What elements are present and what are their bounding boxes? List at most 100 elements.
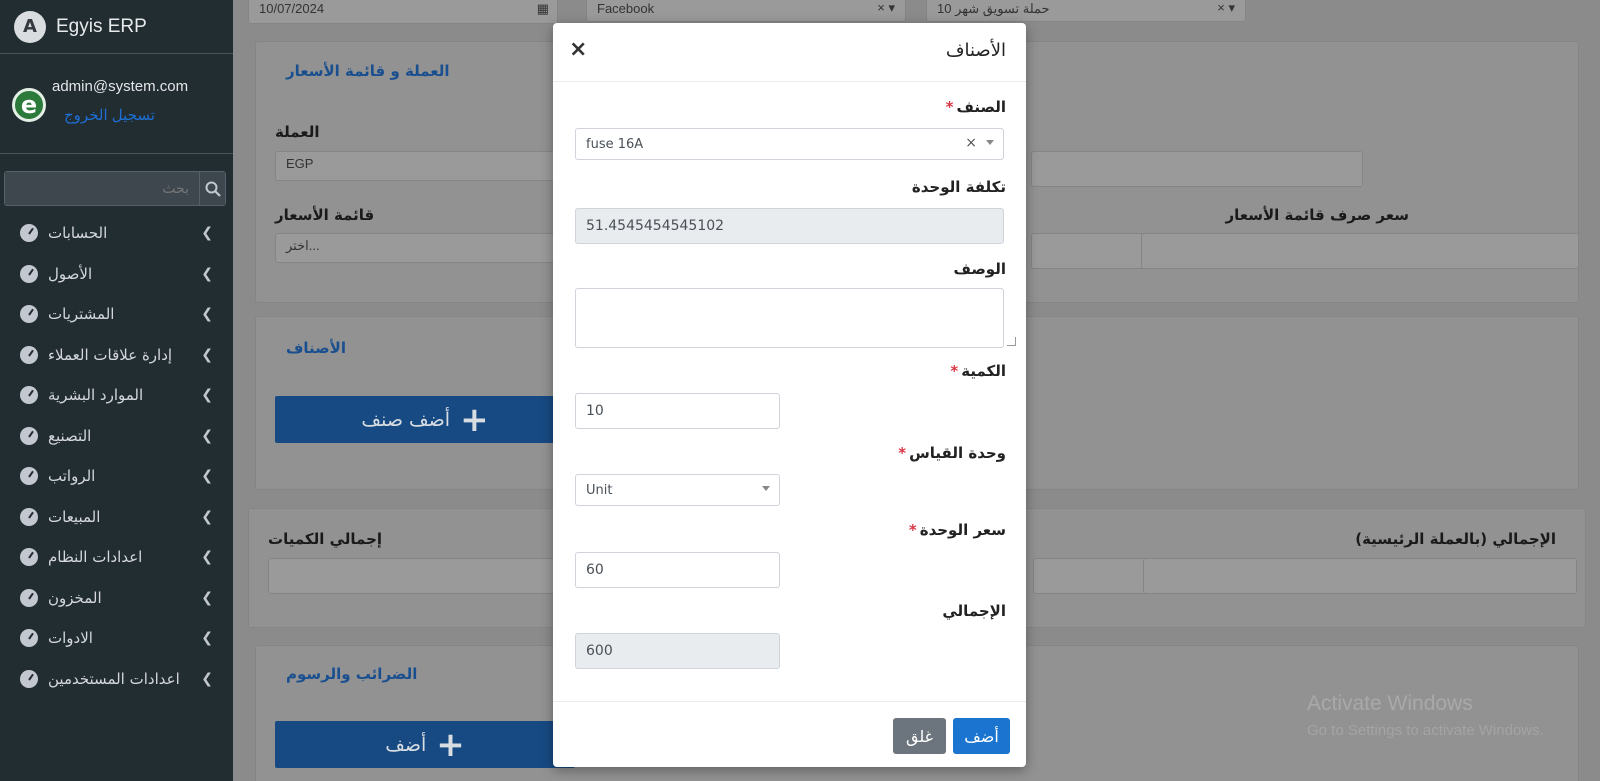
sidebar-item-label: الرواتب: [48, 467, 96, 486]
add-item-button[interactable]: أضف صنف +: [275, 396, 575, 443]
chevron-left-icon: ❮: [201, 346, 213, 363]
chevron-left-icon: ❮: [201, 630, 213, 647]
sidebar-item-tools[interactable]: الادوات ❮: [0, 618, 233, 659]
sidebar-item-label: الادوات: [48, 629, 93, 648]
sidebar-item-payroll[interactable]: الرواتب ❮: [0, 456, 233, 497]
plus-icon: +: [460, 399, 489, 440]
uom-label-text: وحدة القياس: [909, 444, 1006, 462]
description-label: الوصف: [953, 260, 1006, 278]
total-label: الإجمالي: [942, 602, 1006, 620]
modal-title: الأصناف: [945, 40, 1006, 61]
clear-icon[interactable]: ×: [965, 135, 977, 151]
chevron-left-icon: ❮: [201, 387, 213, 404]
sidebar-item-crm[interactable]: إدارة علاقات العملاء ❮: [0, 335, 233, 376]
campaign-select[interactable]: حملة تسويق شهر 10 × ▾: [926, 0, 1246, 22]
dashboard-icon: [20, 507, 38, 526]
sidebar-item-user-settings[interactable]: اعدادات المستخدمين ❮: [0, 659, 233, 700]
required-mark: *: [950, 362, 959, 380]
dashboard-icon: [20, 426, 38, 445]
brand-name: Egyis ERP: [56, 15, 147, 37]
source-select[interactable]: Facebook × ▾: [586, 0, 906, 22]
sidebar-item-label: المشتريات: [48, 305, 115, 324]
total-qty-label: إجمالي الكميات: [268, 530, 383, 548]
sidebar-item-manufacturing[interactable]: التصنيع ❮: [0, 416, 233, 457]
sidebar-item-label: المبيعات: [48, 507, 101, 526]
sidebar: A Egyis ERP e admin@system.com تسجيل الخ…: [0, 0, 233, 781]
uom-select[interactable]: Unit: [575, 474, 780, 506]
sidebar-item-sales[interactable]: المبيعات ❮: [0, 497, 233, 538]
taxes-card-title: الضرائب والرسوم: [286, 665, 418, 683]
sidebar-item-label: المخزون: [48, 588, 102, 607]
total-input[interactable]: 600: [575, 633, 780, 669]
date-input[interactable]: 10/07/2024 ▦: [248, 0, 558, 24]
description-textarea[interactable]: [575, 288, 1004, 348]
required-mark: *: [945, 98, 954, 116]
item-select-value: fuse 16A: [586, 136, 644, 152]
dashboard-icon: [20, 224, 38, 243]
unit-cost-label: تكلفة الوحدة: [911, 178, 1006, 196]
clear-icon: × ▾: [1217, 0, 1235, 15]
close-icon[interactable]: ×: [569, 37, 587, 62]
total-main-currency-label: الإجمالي (بالعملة الرئيسية): [1355, 530, 1556, 548]
unit-price-label-text: سعر الوحدة: [919, 521, 1006, 539]
add-button[interactable]: أضف: [953, 718, 1010, 754]
source-value: Facebook: [597, 1, 655, 16]
sidebar-item-label: الحسابات: [48, 224, 108, 243]
unit-cost-input[interactable]: 51.4545454545102: [575, 208, 1004, 244]
add-item-label: أضف صنف: [361, 408, 451, 431]
pricelist-select[interactable]: اختر...: [275, 233, 575, 263]
brand[interactable]: A Egyis ERP: [0, 0, 233, 54]
watermark-subtitle: Go to Settings to activate Windows.: [1307, 722, 1544, 739]
items-modal: الأصناف × الصنف* fuse 16A × تكلفة الوحدة…: [553, 23, 1026, 767]
close-button[interactable]: غلق: [893, 718, 946, 754]
sidebar-item-label: اعدادات المستخدمين: [48, 669, 180, 688]
chevron-left-icon: ❮: [201, 427, 213, 444]
dashboard-icon: [20, 629, 38, 648]
sidebar-search: [4, 171, 226, 206]
chevron-left-icon: ❮: [201, 265, 213, 282]
search-button[interactable]: [199, 172, 225, 205]
sidebar-item-label: الأصول: [48, 264, 93, 283]
total-qty-input[interactable]: [268, 558, 568, 594]
sidebar-item-label: الموارد البشرية: [48, 386, 144, 405]
chevron-left-icon: ❮: [201, 225, 213, 242]
uom-select-value: Unit: [586, 482, 613, 498]
sidebar-item-label: التصنيع: [48, 426, 92, 445]
user-panel: e admin@system.com تسجيل الخروج: [0, 54, 233, 154]
add-tax-button[interactable]: أضف +: [275, 721, 575, 768]
pricelist-rate-input[interactable]: [1141, 233, 1579, 269]
sidebar-item-assets[interactable]: الأصول ❮: [0, 254, 233, 295]
quantity-input[interactable]: 10: [575, 393, 780, 429]
sidebar-item-accounts[interactable]: الحسابات ❮: [0, 213, 233, 254]
unit-price-input[interactable]: 60: [575, 552, 780, 588]
dashboard-icon: [20, 467, 38, 486]
item-label: الصنف*: [946, 98, 1006, 116]
sidebar-item-purchases[interactable]: المشتريات ❮: [0, 294, 233, 335]
user-avatar-icon: e: [12, 88, 46, 122]
sidebar-search-input[interactable]: [5, 172, 199, 205]
brand-logo-icon: A: [14, 10, 46, 43]
calendar-icon: ▦: [536, 1, 549, 16]
resize-handle-icon[interactable]: [1007, 337, 1016, 346]
item-label-text: الصنف: [956, 98, 1006, 116]
exchange-rate-input[interactable]: [1031, 151, 1363, 187]
user-email: admin@system.com: [52, 78, 189, 95]
chevron-left-icon: ❮: [201, 508, 213, 525]
dashboard-icon: [20, 669, 38, 688]
quantity-label-text: الكمية: [961, 362, 1006, 380]
date-value: 10/07/2024: [259, 1, 325, 16]
sidebar-item-hr[interactable]: الموارد البشرية ❮: [0, 375, 233, 416]
clear-icon: × ▾: [877, 0, 895, 15]
required-mark: *: [898, 444, 907, 462]
item-select[interactable]: fuse 16A ×: [575, 128, 1004, 160]
total-main-currency-input[interactable]: [1143, 558, 1577, 594]
sidebar-item-inventory[interactable]: المخزون ❮: [0, 578, 233, 619]
dashboard-icon: [20, 386, 38, 405]
quantity-label: الكمية*: [950, 362, 1006, 380]
currency-input[interactable]: EGP: [275, 151, 575, 181]
currency-card-title: العملة و قائمة الأسعار: [286, 62, 450, 80]
watermark-title: Activate Windows: [1307, 692, 1473, 715]
dashboard-icon: [20, 345, 38, 364]
sidebar-item-system-settings[interactable]: اعدادات النظام ❮: [0, 537, 233, 578]
logout-link[interactable]: تسجيل الخروج: [64, 106, 155, 124]
